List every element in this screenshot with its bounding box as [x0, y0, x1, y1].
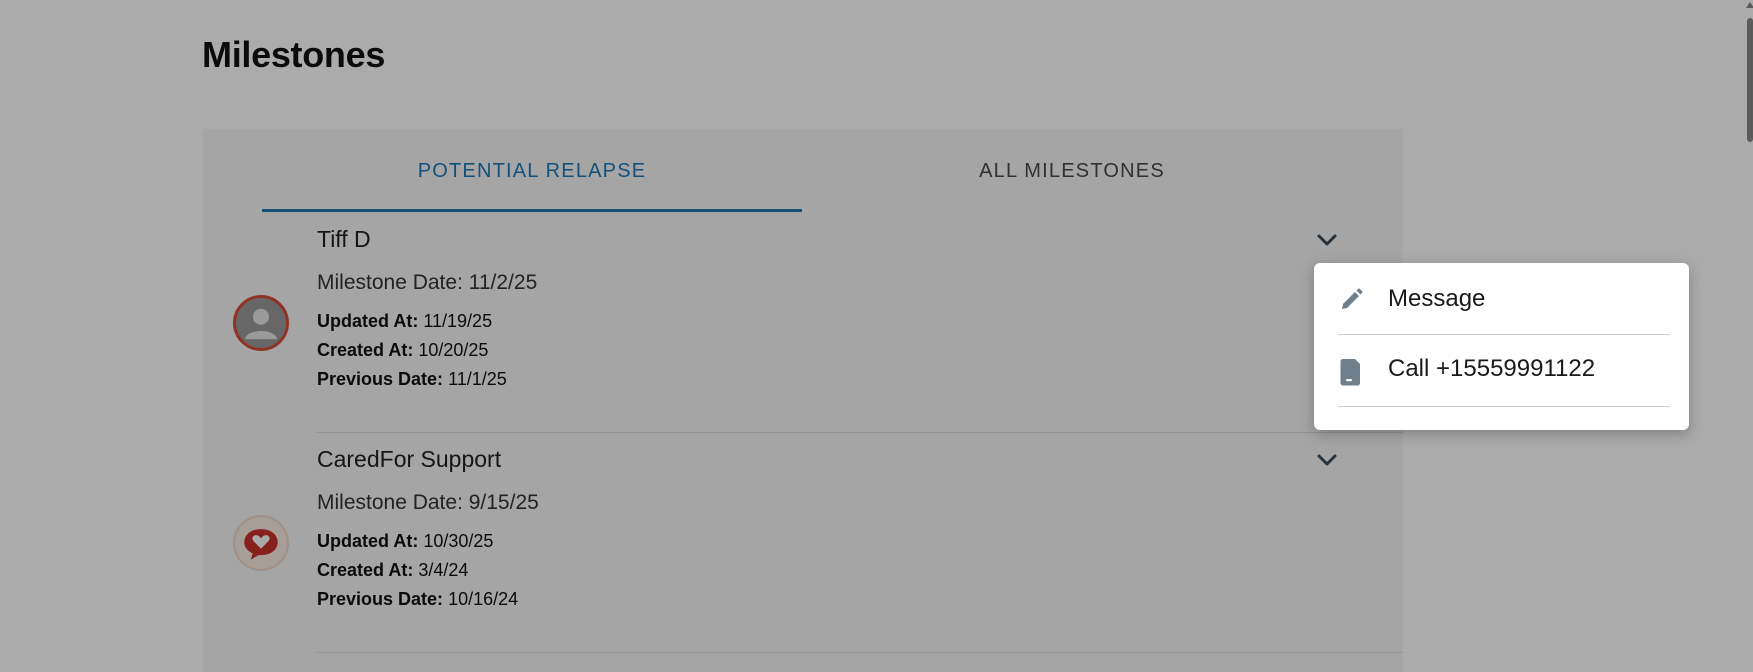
scroll-up-arrow[interactable] — [1746, 2, 1753, 8]
contact-actions-menu: Message Call +15559991122 — [1314, 263, 1689, 430]
menu-item-message[interactable]: Message — [1338, 263, 1670, 335]
menu-item-label: Call +15559991122 — [1388, 355, 1596, 382]
app-root: Milestones POTENTIAL RELAPSE ALL MILESTO… — [0, 0, 1753, 672]
phone-icon — [1338, 357, 1364, 386]
scrollbar-thumb[interactable] — [1747, 18, 1753, 142]
menu-divider — [1338, 406, 1670, 407]
menu-item-call[interactable]: Call +15559991122 — [1338, 335, 1670, 407]
menu-item-label: Message — [1388, 285, 1486, 312]
pencil-icon — [1338, 287, 1364, 313]
